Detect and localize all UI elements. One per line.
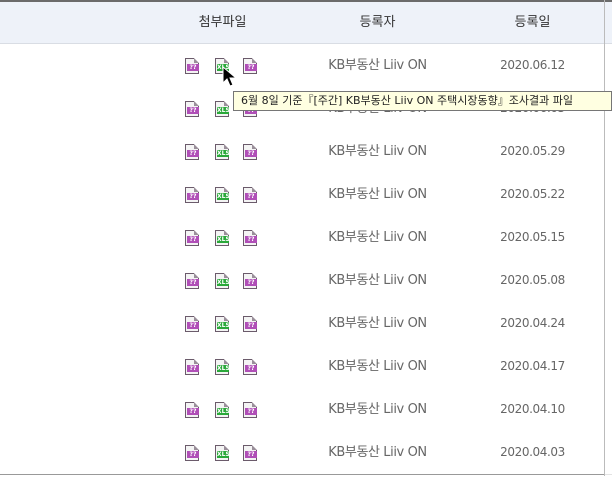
header-registrant: 등록자 bbox=[359, 15, 396, 30]
pdf-file-icon[interactable]: ?? bbox=[185, 316, 199, 332]
pdf-file-badge: ?? bbox=[187, 64, 199, 71]
registrant-cell: KB부동산 Liiv ON bbox=[328, 445, 427, 460]
table-row[interactable]: ?? XLS?? KB부동산 Liiv ON 2020.05.08 bbox=[0, 259, 612, 303]
pdf-file-badge: ?? bbox=[187, 408, 199, 415]
excel-file-icon[interactable]: XLS bbox=[215, 144, 230, 160]
attachment-icons: ?? XLS?? bbox=[185, 273, 265, 289]
excel-file-badge: XLS bbox=[217, 107, 230, 114]
excel-file-badge: XLS bbox=[217, 322, 230, 329]
table-row[interactable]: ??XLS??KB부동산 Liiv ON2020.06.12 bbox=[0, 44, 612, 88]
hwp-file-badge: ?? bbox=[245, 193, 257, 200]
registrant-cell: KB부동산 Liiv ON bbox=[328, 402, 427, 417]
pdf-file-icon[interactable]: ?? bbox=[185, 359, 199, 375]
pdf-file-icon[interactable]: ?? bbox=[185, 144, 199, 160]
hwp-file-badge: ?? bbox=[245, 322, 257, 329]
excel-file-icon[interactable]: XLS bbox=[215, 273, 230, 289]
date-cell: 2020.04.17 bbox=[500, 359, 565, 373]
excel-file-badge: XLS bbox=[217, 150, 230, 157]
pdf-file-icon[interactable]: ?? bbox=[185, 101, 199, 117]
hwp-file-badge: ?? bbox=[245, 451, 257, 458]
hwp-file-badge: ?? bbox=[245, 236, 257, 243]
hwp-file-badge: ?? bbox=[245, 279, 257, 286]
date-cell: 2020.05.15 bbox=[500, 230, 565, 244]
registrant-cell: KB부동산 Liiv ON bbox=[328, 144, 427, 159]
pdf-file-badge: ?? bbox=[187, 107, 199, 114]
date-cell: 2020.05.29 bbox=[500, 144, 565, 158]
table-row[interactable]: ?? XLS?? KB부동산 Liiv ON 2020.04.10 bbox=[0, 388, 612, 432]
hwp-file-icon[interactable]: ?? bbox=[243, 144, 257, 160]
hwp-file-icon[interactable]: ?? bbox=[243, 402, 257, 418]
pdf-file-badge: ?? bbox=[187, 193, 199, 200]
date-cell: 2020.04.03 bbox=[500, 445, 565, 459]
excel-file-badge: XLS bbox=[217, 451, 230, 458]
pdf-file-badge: ?? bbox=[187, 365, 199, 372]
pdf-file-icon[interactable]: ?? bbox=[185, 402, 199, 418]
excel-file-icon[interactable]: XLS bbox=[215, 316, 230, 332]
pdf-file-icon[interactable]: ?? bbox=[185, 187, 199, 203]
table-row[interactable]: ?? XLS?? KB부동산 Liiv ON 2020.04.24 bbox=[0, 302, 612, 346]
registrant-cell: KB부동산 Liiv ON bbox=[328, 273, 427, 288]
hwp-file-badge: ?? bbox=[245, 150, 257, 157]
file-tooltip: 6월 8일 기준『[주간] KB부동산 Liiv ON 주택시장동향』조사결과 … bbox=[233, 91, 612, 111]
hwp-file-icon[interactable]: ?? bbox=[243, 359, 257, 375]
attachment-icons: ?? XLS?? bbox=[185, 187, 265, 203]
hwp-file-badge: ?? bbox=[245, 365, 257, 372]
table-row[interactable]: ?? XLS?? KB부동산 Liiv ON 2020.05.29 bbox=[0, 130, 612, 174]
registrant-cell: KB부동산 Liiv ON bbox=[328, 359, 427, 374]
excel-file-badge: XLS bbox=[217, 236, 230, 243]
table-header: 첨부파일 등록자 등록일 bbox=[0, 2, 612, 44]
attachment-icons: ?? XLS?? bbox=[185, 230, 265, 246]
excel-file-icon[interactable]: XLS bbox=[215, 359, 230, 375]
hwp-file-icon[interactable]: ?? bbox=[243, 230, 257, 246]
pdf-file-badge: ?? bbox=[187, 322, 199, 329]
hwp-file-badge: ?? bbox=[245, 64, 257, 71]
table-row[interactable]: ?? XLS?? KB부동산 Liiv ON 2020.05.22 bbox=[0, 173, 612, 217]
excel-file-icon[interactable]: XLS bbox=[215, 402, 230, 418]
registrant-cell: KB부동산 Liiv ON bbox=[328, 230, 427, 245]
registrant-cell: KB부동산 Liiv ON bbox=[328, 316, 427, 331]
pdf-file-badge: ?? bbox=[187, 451, 199, 458]
pdf-file-icon[interactable]: ?? bbox=[185, 230, 199, 246]
table-row[interactable]: ?? XLS?? KB부동산 Liiv ON 2020.04.17 bbox=[0, 345, 612, 389]
excel-file-icon[interactable]: XLS bbox=[215, 230, 230, 246]
pdf-file-badge: ?? bbox=[187, 279, 199, 286]
attachment-icons: ?? XLS?? bbox=[185, 359, 265, 375]
date-cell: 2020.05.22 bbox=[500, 187, 565, 201]
registrant-cell: KB부동산 Liiv ON bbox=[328, 58, 427, 73]
pdf-file-badge: ?? bbox=[187, 236, 199, 243]
mouse-pointer-icon bbox=[222, 66, 238, 87]
hwp-file-icon[interactable]: ?? bbox=[243, 445, 257, 461]
table-row[interactable]: ?? XLS?? KB부동산 Liiv ON 2020.05.15 bbox=[0, 216, 612, 260]
hwp-file-icon[interactable]: ?? bbox=[243, 58, 257, 74]
excel-file-badge: XLS bbox=[217, 193, 230, 200]
excel-file-icon[interactable]: XLS bbox=[215, 445, 230, 461]
header-date: 등록일 bbox=[514, 15, 551, 30]
attachment-icons: ?? XLS?? bbox=[185, 144, 265, 160]
header-files: 첨부파일 bbox=[198, 15, 247, 30]
hwp-file-icon[interactable]: ?? bbox=[243, 316, 257, 332]
scrollbar-edge bbox=[604, 0, 605, 476]
pdf-file-icon[interactable]: ?? bbox=[185, 273, 199, 289]
hwp-file-badge: ?? bbox=[245, 408, 257, 415]
table-bottom-border bbox=[0, 474, 604, 475]
date-cell: 2020.05.08 bbox=[500, 273, 565, 287]
excel-file-badge: XLS bbox=[217, 365, 230, 372]
attachment-icons: ?? XLS?? bbox=[185, 445, 265, 461]
excel-file-icon[interactable]: XLS bbox=[215, 187, 230, 203]
attachment-icons: ?? XLS?? bbox=[185, 316, 265, 332]
attachment-icons: ?? XLS?? bbox=[185, 402, 265, 418]
excel-file-badge: XLS bbox=[217, 408, 230, 415]
date-cell: 2020.04.10 bbox=[500, 402, 565, 416]
hwp-file-icon[interactable]: ?? bbox=[243, 273, 257, 289]
date-cell: 2020.04.24 bbox=[500, 316, 565, 330]
registrant-cell: KB부동산 Liiv ON bbox=[328, 187, 427, 202]
pdf-file-icon[interactable]: ?? bbox=[185, 445, 199, 461]
excel-file-badge: XLS bbox=[217, 279, 230, 286]
date-cell: 2020.06.12 bbox=[500, 58, 565, 72]
hwp-file-icon[interactable]: ?? bbox=[243, 187, 257, 203]
pdf-file-icon[interactable]: ?? bbox=[185, 58, 199, 74]
excel-file-icon[interactable]: XLS bbox=[215, 101, 230, 117]
table-row[interactable]: ?? XLS?? KB부동산 Liiv ON 2020.04.03 bbox=[0, 431, 612, 475]
pdf-file-badge: ?? bbox=[187, 150, 199, 157]
